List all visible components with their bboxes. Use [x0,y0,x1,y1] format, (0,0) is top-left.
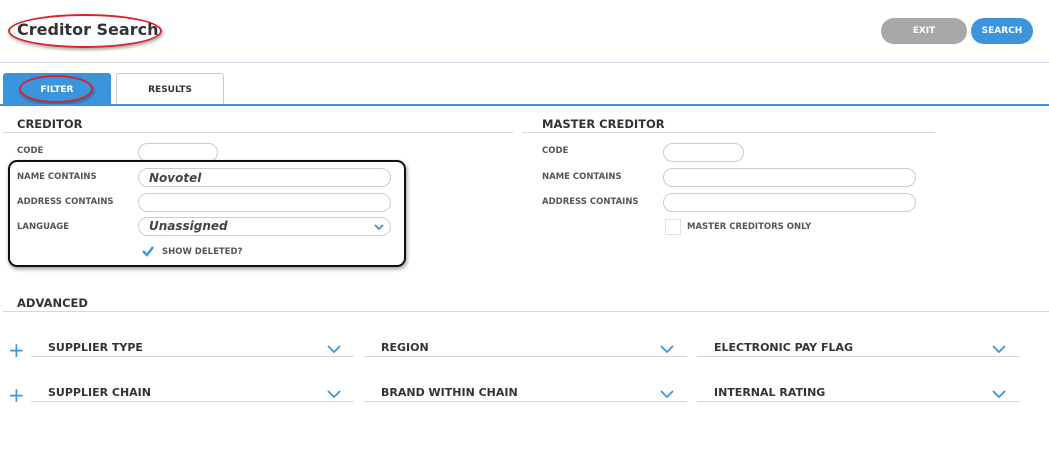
chevron-down-icon[interactable] [992,344,1006,354]
master-creditor-heading-rule [522,132,935,133]
internal-rating-label: INTERNAL RATING [714,386,826,399]
chevron-down-icon[interactable] [992,389,1006,399]
code-label: CODE [17,146,44,156]
creditor-heading-rule [3,132,513,133]
header-divider [0,62,1049,63]
master-code-input[interactable] [663,143,744,162]
master-name-label: NAME CONTAINS [542,172,622,182]
brand-within-chain-label: BRAND WITHIN CHAIN [381,386,518,399]
tab-underline [0,104,1049,106]
master-address-label: ADDRESS CONTAINS [542,197,639,207]
electronic-pay-flag-rule [697,356,1020,357]
electronic-pay-flag-label: ELECTRONIC PAY FLAG [714,341,854,354]
supplier-type-label: SUPPLIER TYPE [48,341,143,354]
master-only-checkbox[interactable] [665,219,681,235]
creditor-annotation-box [8,160,406,267]
master-code-label: CODE [542,146,569,156]
region-label: REGION [381,341,429,354]
supplier-chain-label: SUPPLIER CHAIN [48,386,151,399]
master-name-input[interactable] [663,168,916,187]
master-address-input[interactable] [663,193,916,212]
chevron-down-icon[interactable] [327,344,341,354]
creditor-heading: CREDITOR [17,117,83,131]
plus-icon[interactable]: + [8,338,25,362]
advanced-heading: ADVANCED [17,296,88,310]
internal-rating-rule [697,401,1020,402]
chevron-down-icon[interactable] [660,344,674,354]
advanced-heading-rule [3,311,1049,312]
tab-results[interactable]: RESULTS [116,73,224,106]
exit-button[interactable]: EXIT [881,18,967,44]
brand-within-chain-rule [364,401,687,402]
page-title: Creditor Search [17,20,159,39]
tab-annotation-ellipse [19,75,93,103]
search-button[interactable]: SEARCH [971,18,1033,44]
master-creditor-heading: MASTER CREDITOR [542,117,665,131]
chevron-down-icon[interactable] [660,389,674,399]
supplier-chain-rule [31,401,354,402]
plus-icon[interactable]: + [8,383,25,407]
chevron-down-icon[interactable] [327,389,341,399]
region-rule [364,356,687,357]
master-only-label: MASTER CREDITORS ONLY [687,222,812,232]
supplier-type-rule [31,356,354,357]
